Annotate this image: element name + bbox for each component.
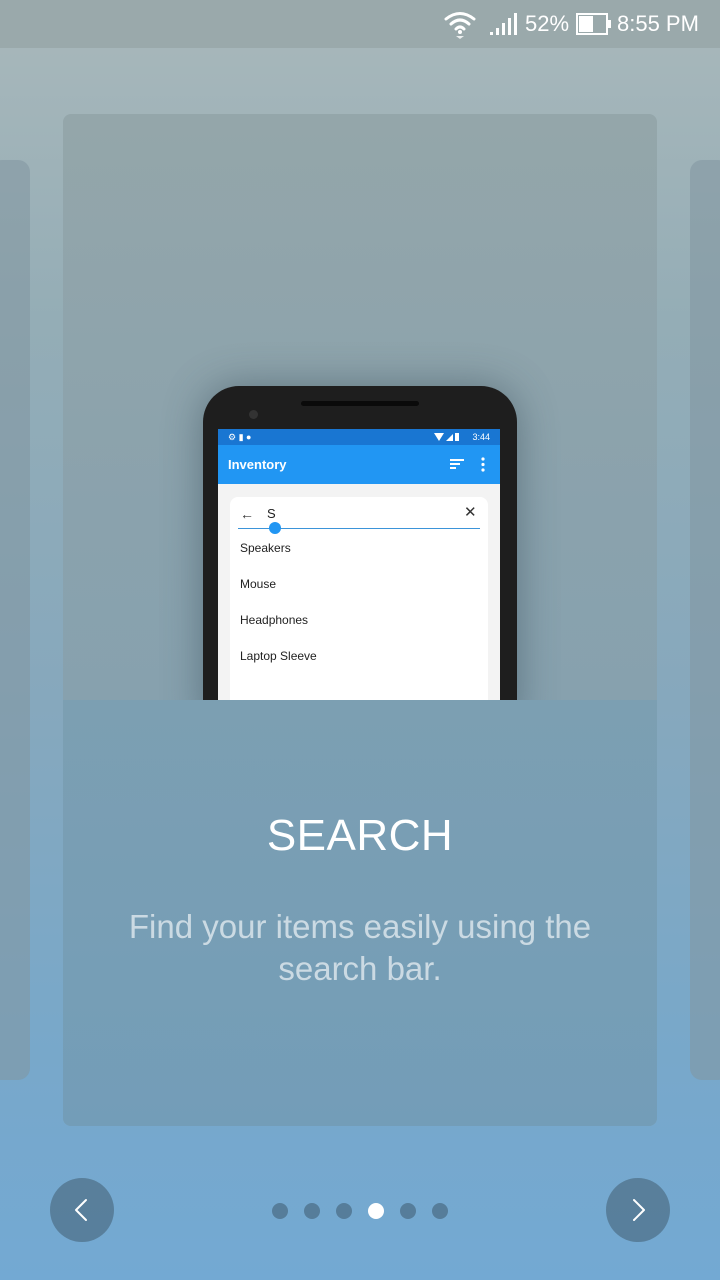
battery-icon xyxy=(576,13,611,35)
mockup-app-title: Inventory xyxy=(228,457,287,472)
back-arrow-icon: ← xyxy=(240,506,254,522)
close-icon: ✕ xyxy=(464,504,477,521)
signal-icon xyxy=(490,13,517,35)
page-dot[interactable] xyxy=(336,1203,352,1219)
wifi-icon xyxy=(444,12,476,39)
page-dot[interactable] xyxy=(400,1203,416,1219)
page-indicator xyxy=(272,1203,448,1219)
list-item: Mouse xyxy=(240,577,277,591)
phone-mockup: ⚙ ▮ ● 3:44 Inventory ← S ✕ Speakers Mous… xyxy=(203,386,517,726)
mockup-wifi-icon xyxy=(434,433,459,441)
list-item: Speakers xyxy=(240,541,291,555)
page-dot[interactable] xyxy=(304,1203,320,1219)
page-dot-active[interactable] xyxy=(368,1203,384,1219)
clock: 8:55 PM xyxy=(617,11,699,36)
phone-speaker xyxy=(301,401,419,406)
mockup-time: 3:44 xyxy=(472,432,490,442)
text-cursor-handle xyxy=(269,522,281,534)
list-item: Headphones xyxy=(240,613,309,627)
page-dot[interactable] xyxy=(432,1203,448,1219)
list-item: Laptop Sleeve xyxy=(240,649,317,663)
more-vert-icon xyxy=(481,457,485,472)
mockup-search-query: S xyxy=(267,506,276,521)
previous-slide-card[interactable] xyxy=(0,160,30,1080)
battery-percent: 52% xyxy=(525,11,570,36)
phone-camera xyxy=(249,410,258,419)
status-bar: 52% 8:55 PM xyxy=(0,0,720,48)
previous-button[interactable] xyxy=(50,1178,114,1242)
phone-screen: ⚙ ▮ ● 3:44 Inventory ← S ✕ Speakers Mous… xyxy=(218,429,500,700)
slide-description: Find your items easily using the search … xyxy=(128,908,592,987)
chevron-left-icon xyxy=(75,1199,87,1221)
next-button[interactable] xyxy=(606,1178,670,1242)
sort-icon xyxy=(450,459,464,469)
mockup-status-icons: ⚙ ▮ ● xyxy=(228,432,252,442)
mockup-status-bar: ⚙ ▮ ● 3:44 xyxy=(218,429,500,445)
mockup-app-bar: Inventory xyxy=(218,445,500,484)
slide-card: ⚙ ▮ ● 3:44 Inventory ← S ✕ Speakers Mous… xyxy=(63,114,657,1126)
mockup-search-panel: ← S ✕ Speakers Mouse Headphones Laptop S… xyxy=(230,497,488,700)
chevron-right-icon xyxy=(633,1199,645,1221)
slide-title: SEARCH xyxy=(266,811,454,860)
page-dot[interactable] xyxy=(272,1203,288,1219)
next-slide-card[interactable] xyxy=(690,160,720,1080)
